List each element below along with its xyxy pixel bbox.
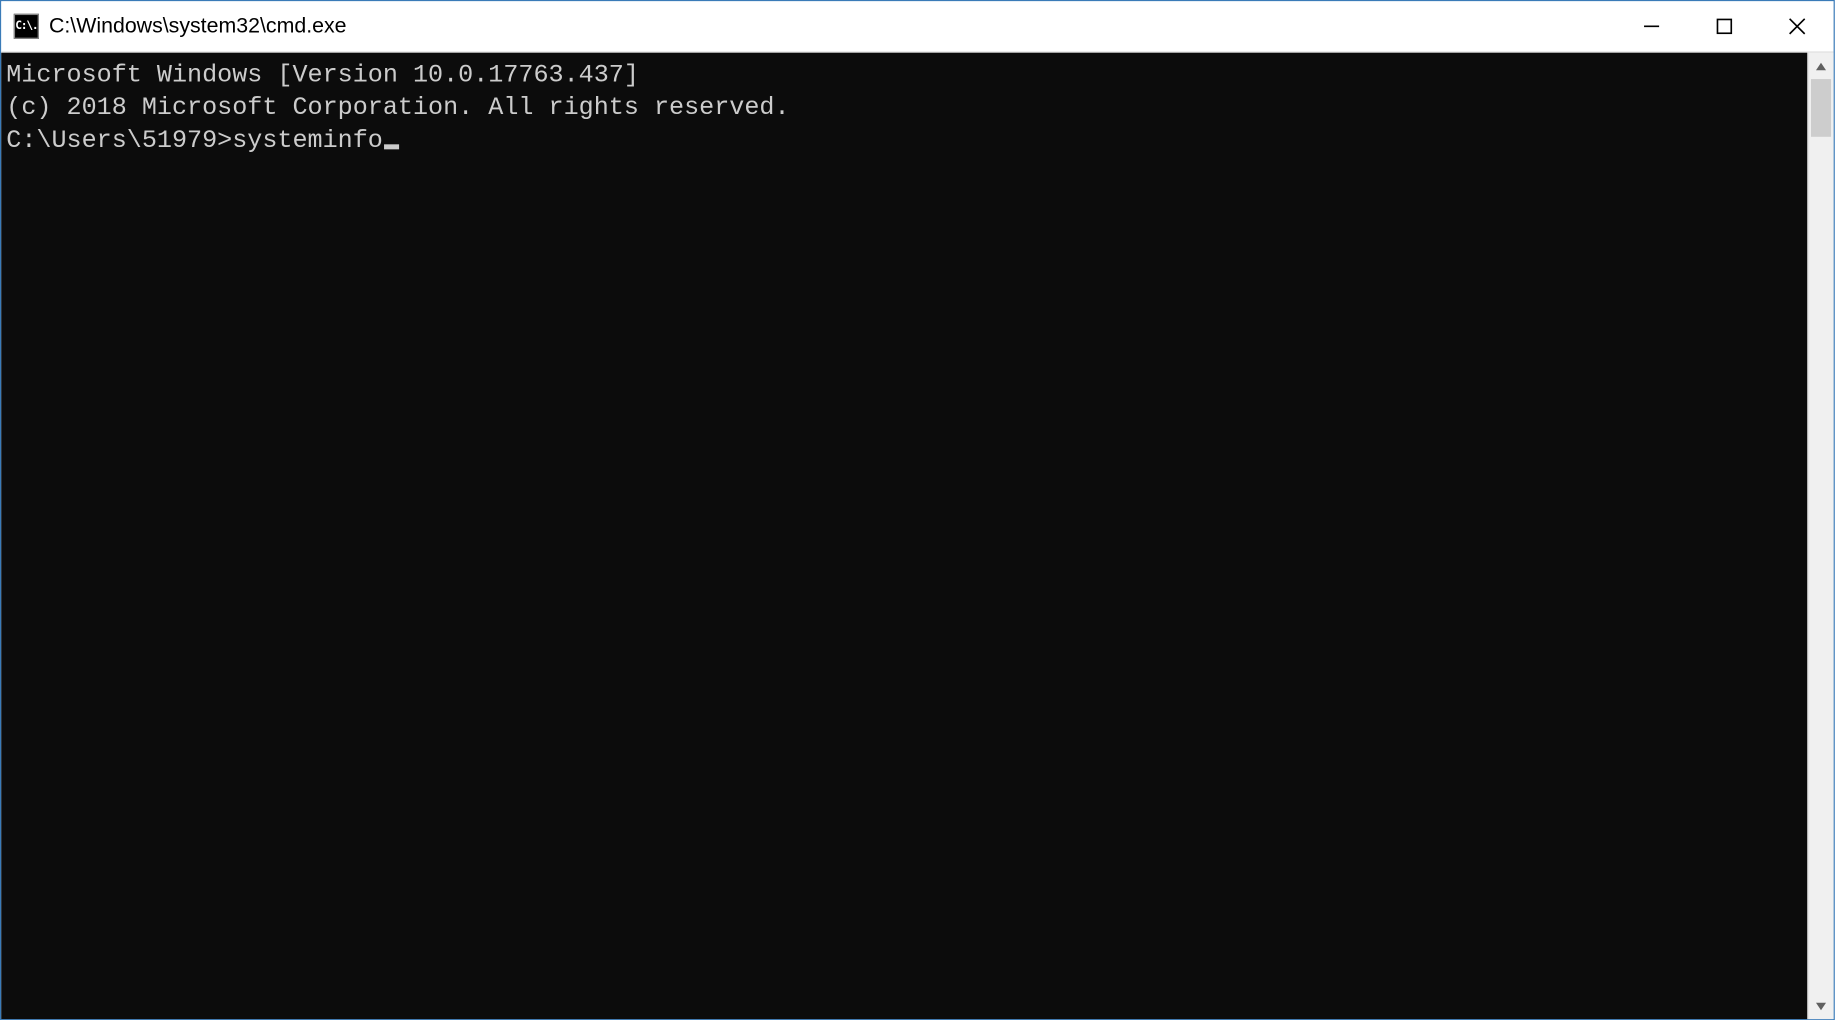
terminal-prompt-line: C:\Users\51979>systeminfo (6, 126, 1802, 159)
cmd-app-icon: C:\. (14, 14, 39, 39)
scroll-down-arrow-icon[interactable] (1808, 993, 1833, 1019)
client-area: Microsoft Windows [Version 10.0.17763.43… (1, 53, 1833, 1019)
terminal-prompt: C:\Users\51979> (6, 127, 232, 156)
terminal-command: systeminfo (232, 127, 383, 156)
vertical-scrollbar[interactable] (1807, 53, 1833, 1019)
scrollbar-track[interactable] (1808, 79, 1833, 993)
scrollbar-thumb[interactable] (1811, 79, 1831, 137)
terminal-line: (c) 2018 Microsoft Corporation. All righ… (6, 93, 1802, 126)
titlebar[interactable]: C:\. C:\Windows\system32\cmd.exe (1, 1, 1833, 52)
window-title: C:\Windows\system32\cmd.exe (49, 14, 1615, 39)
minimize-button[interactable] (1615, 1, 1688, 51)
maximize-button[interactable] (1688, 1, 1761, 51)
terminal-line: Microsoft Windows [Version 10.0.17763.43… (6, 60, 1802, 93)
terminal-output[interactable]: Microsoft Windows [Version 10.0.17763.43… (1, 53, 1807, 1019)
window-controls (1615, 1, 1833, 51)
cmd-window: C:\. C:\Windows\system32\cmd.exe Microso… (0, 0, 1835, 1020)
terminal-cursor (384, 144, 399, 149)
cmd-app-icon-label: C:\. (15, 21, 37, 32)
close-button[interactable] (1761, 1, 1834, 51)
scroll-up-arrow-icon[interactable] (1808, 53, 1833, 79)
